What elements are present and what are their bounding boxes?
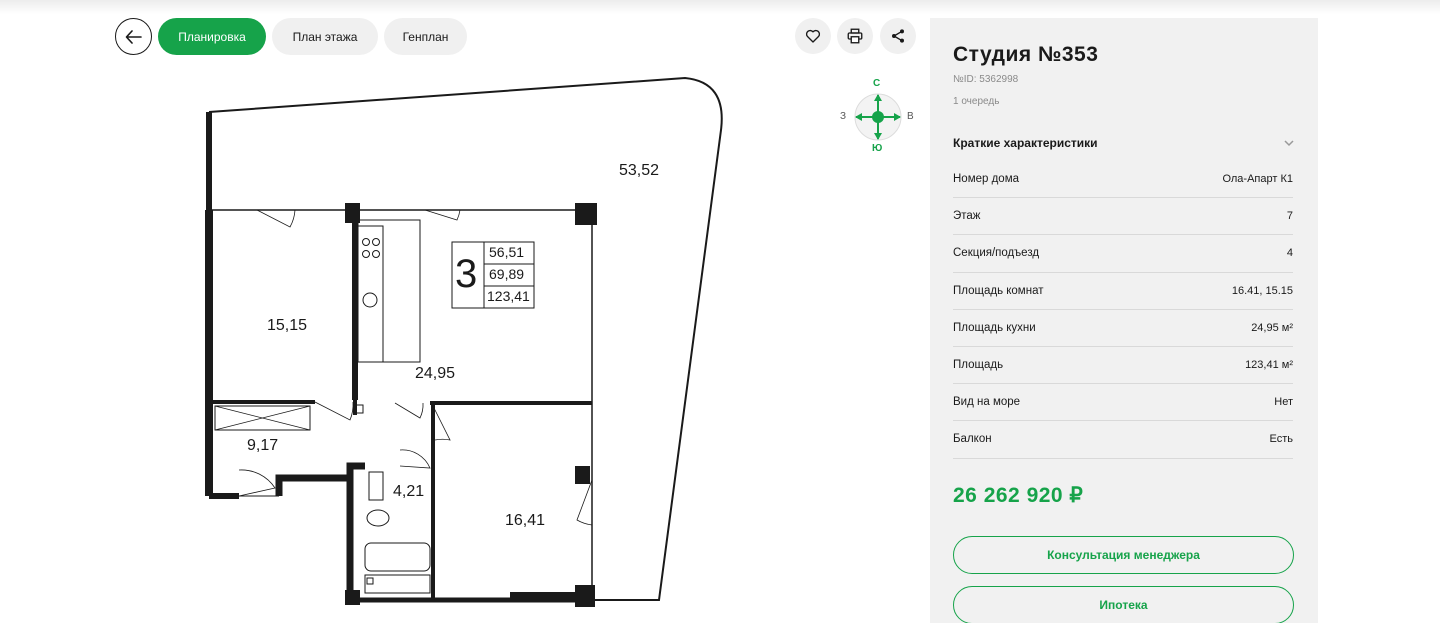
top-shadow	[0, 0, 1440, 14]
page: Планировка План этажа Генплан С Ю З В 53…	[0, 0, 1440, 623]
spec-label: Балкон	[953, 433, 992, 446]
spec-value: 7	[1286, 210, 1293, 223]
heart-icon	[805, 29, 821, 43]
listing-title: Студия №353	[953, 43, 1099, 66]
specs-section-header[interactable]: Краткие характеристики	[953, 136, 1295, 150]
floor-plan: 53,52 15,15 24,95 9,17 4,21 16,41 3 56,5…	[195, 70, 735, 610]
listing-panel: Студия №353 №ID: 5362998 1 очередь Кратк…	[930, 18, 1318, 623]
consult-manager-button[interactable]: Консультация менеджера	[953, 536, 1294, 574]
room-area-terrace: 53,52	[619, 162, 660, 179]
mortgage-button[interactable]: Ипотека	[953, 586, 1294, 623]
share-button[interactable]	[880, 18, 916, 54]
spec-value: 123,41 м²	[1245, 359, 1293, 372]
spec-row: Площадь кухни 24,95 м²	[953, 310, 1293, 347]
spec-row: Номер дома Ола-Апарт К1	[953, 161, 1293, 199]
room-area-bedroom2: 16,41	[505, 512, 546, 529]
back-arrow-icon	[125, 29, 142, 44]
compass: С Ю З В	[836, 76, 920, 158]
room-area-bath: 4,21	[393, 483, 425, 500]
spec-row: Площадь 123,41 м²	[953, 347, 1293, 385]
legend-rooms-count: 3	[455, 252, 478, 296]
listing-id: №ID: 5362998	[953, 74, 1019, 85]
specs-list: Номер дома Ола-Апарт К1 Этаж 7 Секция/подъ…	[953, 161, 1293, 459]
floor-plan-drawing	[205, 76, 723, 607]
compass-rose-icon	[854, 93, 902, 141]
chevron-down-icon	[1284, 140, 1294, 147]
spec-value: 4	[1286, 247, 1293, 260]
spec-row: Этаж 7	[953, 198, 1293, 236]
spec-row: Вид на море Нет	[953, 384, 1293, 422]
spec-label: Секция/подъезд	[953, 247, 1040, 260]
spec-value: Нет	[1274, 396, 1293, 409]
print-button[interactable]	[837, 18, 873, 54]
listing-queue: 1 очередь	[953, 96, 1000, 107]
legend-area-no-terrace: 69,89	[489, 266, 525, 282]
back-button[interactable]	[115, 18, 152, 55]
share-icon	[892, 29, 904, 43]
spec-value: Ола-Апарт К1	[1222, 173, 1293, 186]
spec-row: Площадь комнат 16.41, 15.15	[953, 273, 1293, 310]
tab-layout[interactable]: Планировка	[158, 18, 266, 55]
listing-price: 26 262 920 ₽	[953, 484, 1084, 507]
legend-living-area: 56,51	[489, 244, 525, 260]
specs-section-title: Краткие характеристики	[953, 136, 1098, 150]
favorite-button[interactable]	[795, 18, 831, 54]
spec-label: Этаж	[953, 210, 981, 223]
room-area-living: 24,95	[415, 365, 456, 382]
spec-row: Секция/подъезд 4	[953, 235, 1293, 273]
spec-label: Площадь	[953, 359, 1004, 372]
spec-label: Площадь кухни	[953, 321, 1036, 334]
spec-value: 16.41, 15.15	[1231, 284, 1293, 297]
room-area-bedroom1: 15,15	[267, 317, 308, 334]
room-area-hall: 9,17	[247, 437, 279, 454]
spec-label: Вид на море	[953, 396, 1021, 409]
tab-floor-plan[interactable]: План этажа	[272, 18, 378, 55]
legend-total-area: 123,41	[487, 288, 530, 304]
spec-row: Балкон Есть	[953, 421, 1293, 459]
spec-value: 24,95 м²	[1251, 321, 1293, 334]
spec-value: Есть	[1269, 433, 1293, 446]
spec-label: Номер дома	[953, 173, 1020, 186]
printer-icon	[847, 28, 863, 44]
tab-master-plan[interactable]: Генплан	[384, 18, 467, 55]
spec-label: Площадь комнат	[953, 284, 1044, 297]
